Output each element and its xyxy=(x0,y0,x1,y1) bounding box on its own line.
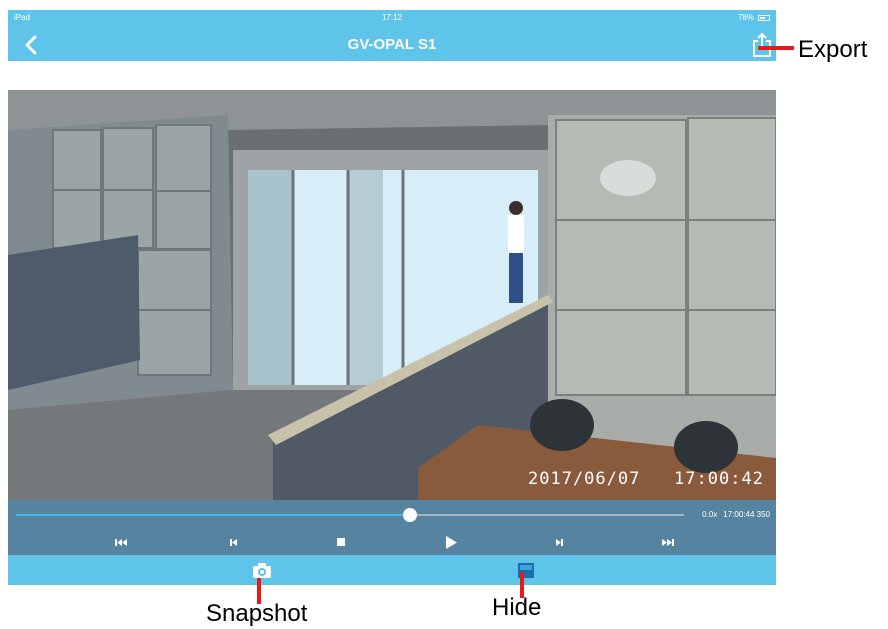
playback-speed: 0.0x xyxy=(702,510,718,519)
status-bar: iPad 17:12 78% xyxy=(8,10,776,28)
bottom-toolbar xyxy=(8,555,776,585)
snapshot-button[interactable] xyxy=(252,562,272,579)
play-button[interactable] xyxy=(435,533,465,552)
next-frame-button[interactable] xyxy=(545,533,575,552)
clock: 17:12 xyxy=(381,13,403,22)
share-icon xyxy=(753,32,771,57)
nav-bar: GV-OPAL S1 xyxy=(8,28,776,61)
stop-button[interactable] xyxy=(326,533,356,552)
timestamp-overlay: 2017/06/07 17:00:42 xyxy=(528,469,764,489)
play-icon xyxy=(446,536,457,549)
hide-annotation: Hide xyxy=(492,594,542,621)
playback-controls xyxy=(8,530,776,555)
previous-frame-icon xyxy=(230,539,237,546)
seek-info: 0.0x 17:00:44 350 xyxy=(702,510,770,519)
seek-track[interactable] xyxy=(16,508,684,522)
snapshot-annotation: Snapshot xyxy=(206,600,308,627)
battery-icon xyxy=(758,15,770,21)
export-pointer xyxy=(758,46,794,50)
seek-progress xyxy=(16,514,411,516)
skip-to-start-button[interactable] xyxy=(106,533,136,552)
skip-to-end-icon xyxy=(662,539,674,546)
camera-icon xyxy=(253,563,271,578)
skip-to-start-icon xyxy=(115,539,127,546)
skip-to-end-button[interactable] xyxy=(653,533,683,552)
playback-time: 17:00:44 350 xyxy=(723,510,770,519)
export-annotation: Export xyxy=(798,36,868,63)
stop-icon xyxy=(337,538,345,546)
battery-level: 78% xyxy=(737,13,754,22)
video-frame xyxy=(8,90,776,500)
video-feed: 2017/06/07 17:00:42 xyxy=(8,90,776,500)
seek-bar: 0.0x 17:00:44 350 xyxy=(8,500,776,530)
page-title: GV-OPAL S1 xyxy=(347,36,437,53)
next-frame-icon xyxy=(556,539,563,546)
export-button[interactable] xyxy=(750,31,774,59)
previous-frame-button[interactable] xyxy=(218,533,248,552)
seek-handle[interactable] xyxy=(403,508,418,522)
